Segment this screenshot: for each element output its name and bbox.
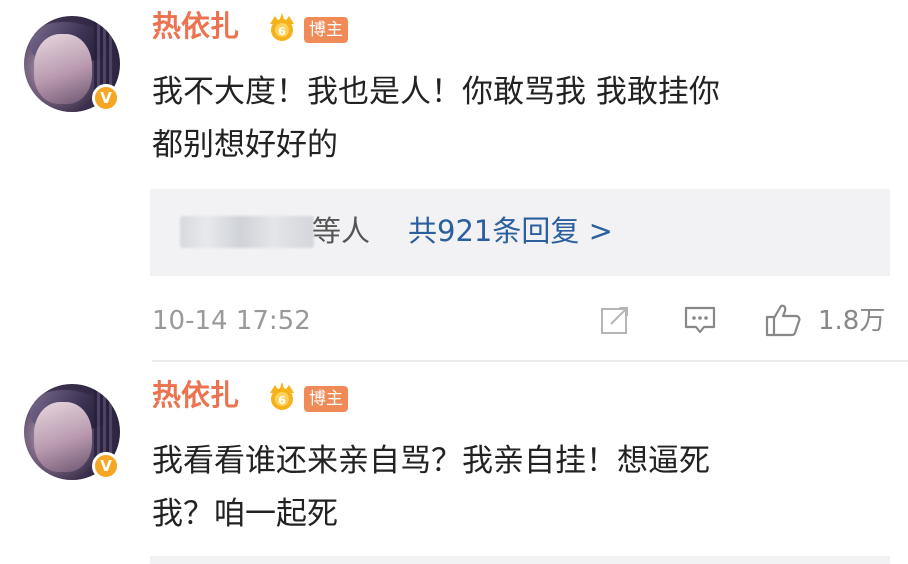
crown-level-icon: 6 [270,13,294,41]
replies-box[interactable]: 等人 共921条回复 > [150,189,890,276]
blurred-usernames [180,216,314,248]
comment-text: 我不大度！我也是人！你敢骂我 我敢挂你 都别想好好的 [152,66,872,172]
svg-text:6: 6 [278,25,286,38]
share-icon[interactable] [599,304,631,336]
author-tag: 博主 [304,386,348,412]
like-count: 1.8万 [818,306,886,336]
replies-suffix: 等人 [312,214,371,248]
comment-line: 都别想好好的 [152,127,338,163]
divider [152,360,908,362]
replies-box-edge [150,556,890,564]
avatar-face [34,34,92,104]
username[interactable]: 热依扎 [152,9,239,43]
thumbs-up-icon[interactable] [764,302,802,338]
username[interactable]: 热依扎 [152,378,239,412]
verified-badge-icon: V [92,452,120,480]
timestamp: 10-14 17:52 [152,306,311,336]
replies-count-link[interactable]: 共921条回复 > [408,211,613,251]
comment-icon[interactable] [683,304,717,336]
avatar-face [34,402,92,472]
author-tag: 博主 [304,17,348,43]
comment-line: 我看看谁还来亲自骂？我亲自挂！想逼死 [152,443,710,479]
comment-line: 我？咱一起死 [152,496,338,532]
svg-text:6: 6 [278,394,286,407]
comment-text: 我看看谁还来亲自骂？我亲自挂！想逼死 我？咱一起死 [152,435,872,541]
verified-badge-icon: V [92,84,120,112]
crown-level-icon: 6 [270,382,294,410]
comment-line: 我不大度！我也是人！你敢骂我 我敢挂你 [152,74,720,110]
